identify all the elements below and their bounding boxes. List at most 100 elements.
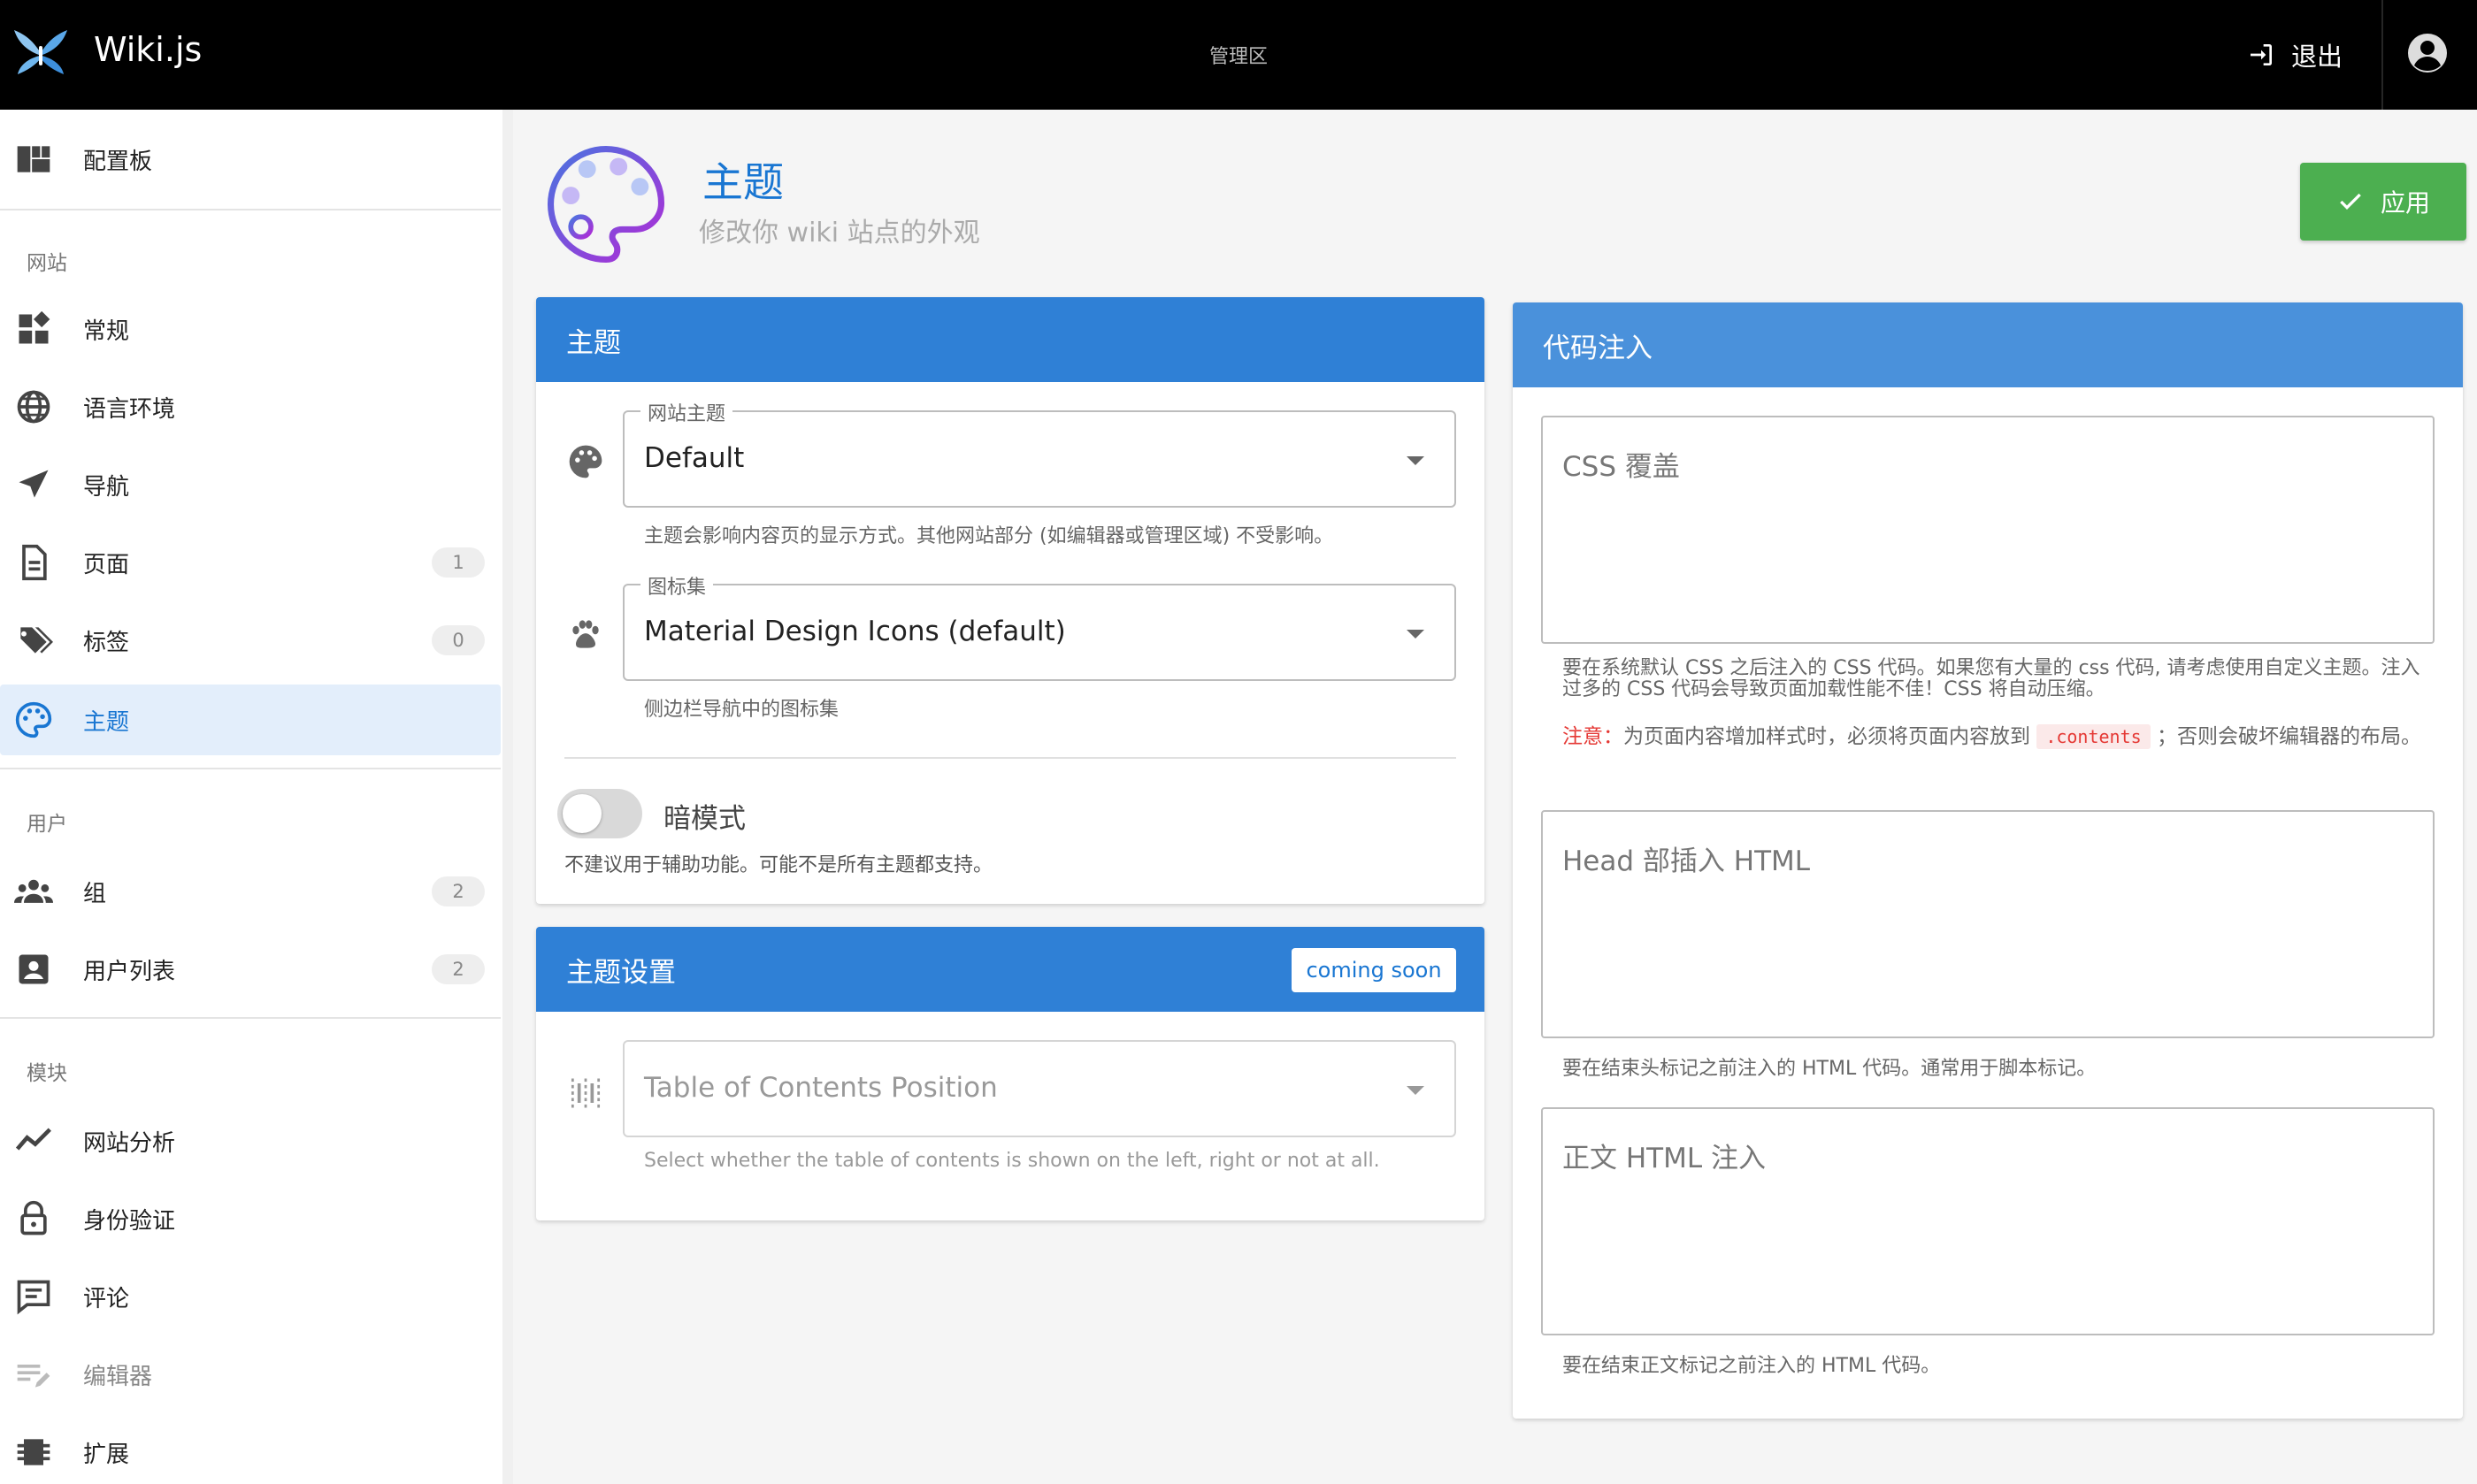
sidebar-divider	[0, 768, 501, 769]
palette-icon	[15, 701, 52, 738]
sidebar-item-label: 用户列表	[83, 958, 176, 985]
palette-header-icon	[547, 145, 665, 264]
sidebar-item-authentication[interactable]: 身份验证	[0, 1183, 501, 1254]
top-app-bar: Wiki.js 管理区 退出	[0, 0, 2477, 110]
paw-icon	[572, 620, 599, 648]
extension-icon	[17, 1439, 50, 1465]
sidebar-item-label: 编辑器	[83, 1363, 153, 1390]
sidebar-item-pages[interactable]: 页面 1	[0, 527, 501, 598]
site-theme-hint: 主题会影响内容页的显示方式。其他网站部分 (如编辑器或管理区域) 不受影响。	[644, 525, 1334, 547]
dark-mode-switch[interactable]	[557, 789, 642, 838]
dark-mode-hint: 不建议用于辅助功能。可能不是所有主题都支持。	[564, 854, 993, 876]
toc-position-hint: Select whether the table of contents is …	[644, 1150, 1380, 1172]
sidebar-item-analytics[interactable]: 网站分析	[0, 1105, 501, 1176]
head-html-placeholder: Head 部插入 HTML	[1562, 845, 1811, 877]
sidebar-section-modules: 模块	[27, 1062, 67, 1085]
card-title: 代码注入	[1513, 302, 2463, 387]
account-group-icon	[14, 879, 53, 903]
sidebar-item-label: 扩展	[83, 1441, 130, 1468]
topbar-divider	[2381, 0, 2383, 110]
apply-label: 应用	[2380, 188, 2430, 218]
css-override-textarea[interactable]: CSS 覆盖	[1541, 416, 2435, 644]
globe-icon	[17, 390, 50, 424]
icon-set-legend: 图标集	[640, 571, 714, 600]
sidebar-item-general[interactable]: 常规	[0, 294, 501, 364]
sidebar-item-label: 导航	[83, 473, 130, 501]
dashboard-icon	[17, 146, 50, 172]
head-html-textarea[interactable]: Head 部插入 HTML	[1541, 810, 2435, 1038]
sidebar-item-theme[interactable]: 主题	[0, 685, 501, 755]
card-title: 主题	[536, 297, 1484, 382]
sidebar-item-extensions[interactable]: 扩展	[0, 1417, 501, 1484]
palette-icon	[569, 445, 602, 478]
logout-icon	[2251, 44, 2272, 65]
widgets-icon	[19, 310, 50, 344]
dropdown-arrow-icon	[1407, 630, 1424, 639]
body-html-hint: 要在结束正文标记之前注入的 HTML 代码。	[1562, 1355, 1941, 1377]
sidebar-item-locale[interactable]: 语言环境	[0, 371, 501, 442]
css-override-placeholder: CSS 覆盖	[1562, 451, 1680, 483]
css-override-hint: 要在系统默认 CSS 之后注入的 CSS 代码。如果您有大量的 css 代码, …	[1562, 657, 2420, 700]
site-theme-legend: 网站主题	[640, 398, 733, 426]
count-badge: 2	[432, 876, 485, 906]
count-badge: 1	[432, 547, 485, 578]
check-icon	[2340, 193, 2361, 210]
editor-icon	[17, 1365, 50, 1388]
chart-line-icon	[15, 1128, 51, 1151]
sidebar-item-label: 常规	[83, 317, 130, 345]
tags-icon	[17, 627, 53, 654]
lock-icon	[20, 1200, 47, 1235]
sidebar-section-users: 用户	[27, 813, 67, 836]
site-theme-select[interactable]: 网站主题 Default	[623, 398, 1456, 508]
count-badge: 0	[432, 625, 485, 655]
head-html-hint: 要在结束头标记之前注入的 HTML 代码。通常用于脚本标记。	[1562, 1058, 2097, 1080]
logout-button[interactable]: 退出	[2247, 32, 2343, 78]
admin-sidebar: 配置板 网站 常规 语言环境 导航 页面 1 标签 0 主题 用户 组 2 用户…	[0, 110, 502, 1484]
sidebar-item-editor[interactable]: 编辑器	[0, 1339, 501, 1410]
dark-mode-label: 暗模式	[663, 803, 746, 835]
dropdown-arrow-icon	[1407, 456, 1424, 465]
sidebar-item-navigation[interactable]: 导航	[0, 449, 501, 520]
table-of-contents-icon	[571, 1078, 601, 1108]
sidebar-item-users[interactable]: 用户列表 2	[0, 934, 501, 1005]
body-html-textarea[interactable]: 正文 HTML 注入	[1541, 1107, 2435, 1335]
icon-set-select[interactable]: 图标集 Material Design Icons (default)	[623, 571, 1456, 681]
sidebar-item-label: 语言环境	[83, 395, 176, 423]
page-title: 主题	[702, 158, 784, 206]
page-subtitle: 修改你 wiki 站点的外观	[699, 218, 980, 249]
switch-knob	[563, 794, 602, 833]
file-document-icon	[22, 544, 47, 581]
sidebar-item-groups[interactable]: 组 2	[0, 856, 501, 927]
sidebar-scrollbar[interactable]	[502, 110, 513, 1484]
warning-tail: ；否则会破坏编辑器的布局。	[2157, 725, 2421, 748]
apply-button[interactable]: 应用	[2300, 163, 2466, 241]
coming-soon-badge: coming soon	[1292, 948, 1456, 992]
account-box-icon	[19, 954, 49, 984]
card-divider	[564, 757, 1456, 759]
logout-label: 退出	[2291, 42, 2343, 72]
sidebar-item-label: 配置板	[83, 148, 153, 175]
sidebar-divider	[0, 1017, 501, 1019]
sidebar-item-label: 网站分析	[83, 1129, 176, 1157]
sidebar-item-label: 标签	[83, 629, 130, 656]
brand-name[interactable]: Wiki.js	[94, 30, 202, 69]
sidebar-divider	[0, 209, 501, 210]
sidebar-item-tags[interactable]: 标签 0	[0, 605, 501, 676]
sidebar-item-label: 组	[83, 880, 107, 907]
icon-set-hint: 侧边栏导航中的图标集	[644, 699, 840, 721]
wikijs-logo-icon[interactable]	[12, 27, 69, 78]
icon-set-value: Material Design Icons (default)	[644, 616, 1066, 647]
warning-text: 为页面内容增加样式时，必须将页面内容放到	[1623, 725, 2030, 748]
navigation-icon	[19, 470, 49, 498]
sidebar-section-site: 网站	[27, 252, 67, 275]
toc-position-select[interactable]: Table of Contents Position	[623, 1040, 1456, 1137]
sidebar-item-label: 评论	[83, 1285, 130, 1312]
sidebar-item-dashboard[interactable]: 配置板	[0, 124, 501, 195]
css-warning-note: 注意：为页面内容增加样式时，必须将页面内容放到 .contents ；否则会破坏…	[1562, 718, 2438, 755]
body-html-placeholder: 正文 HTML 注入	[1562, 1143, 1766, 1174]
sidebar-item-label: 身份验证	[83, 1207, 176, 1235]
account-circle-icon[interactable]	[2406, 32, 2449, 74]
count-badge: 2	[432, 954, 485, 984]
admin-area-label: 管理区	[1208, 46, 1268, 68]
sidebar-item-comments[interactable]: 评论	[0, 1261, 501, 1332]
